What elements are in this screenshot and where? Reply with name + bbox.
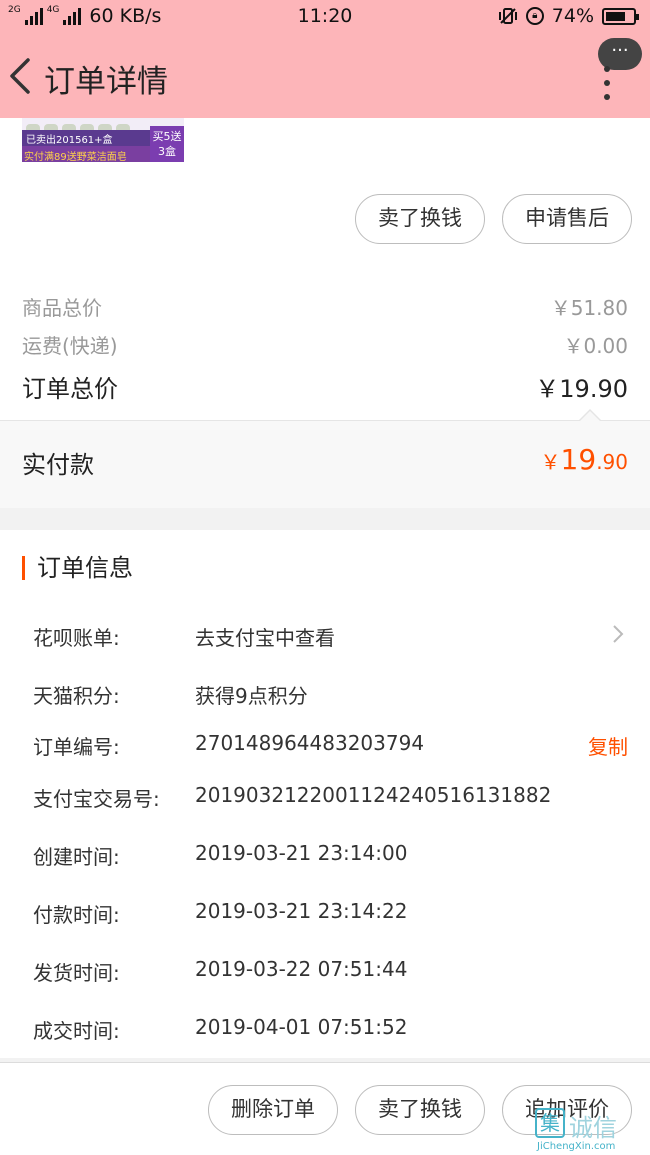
copy-order-number-button[interactable]: 复制 xyxy=(588,731,628,760)
product-promo-line: 实付满89送野菜洁面皂 xyxy=(24,152,127,162)
paid-currency: ￥ xyxy=(540,450,561,474)
info-value: 去支付宝中查看 xyxy=(195,626,335,650)
status-bar: 2G 4G 60 KB/s 11:20 🔒︎ 74% xyxy=(0,0,650,34)
info-label: 发货时间: xyxy=(33,961,120,985)
info-label: 付款时间: xyxy=(33,903,120,927)
order-total-value: ￥19.90 xyxy=(535,375,628,403)
info-label: 订单编号: xyxy=(33,735,120,759)
delete-order-button[interactable]: 删除订单 xyxy=(208,1085,338,1135)
info-label: 成交时间: xyxy=(33,1019,120,1043)
product-sold-count: 已卖出201561+盒 xyxy=(26,135,113,146)
status-right-icons: 🔒︎ 74% xyxy=(498,5,639,27)
shipping-row: 运费(快递) ￥0.00 xyxy=(22,330,628,359)
battery-percent: 74% xyxy=(551,5,594,27)
apply-after-sale-button[interactable]: 申请售后 xyxy=(502,194,632,244)
watermark-en: JiChengXin.com xyxy=(537,1141,616,1152)
goods-total-row: 商品总价 ￥51.80 xyxy=(22,292,628,321)
chevron-right-icon xyxy=(613,625,624,643)
paid-amount: ￥19.90 xyxy=(541,443,628,476)
watermark-logo: 集 诚信 JiChengXin.com xyxy=(535,1108,650,1155)
order-total-label: 订单总价 xyxy=(22,375,118,403)
order-number-value: 270148964483203794 xyxy=(195,731,425,755)
info-label: 创建时间: xyxy=(33,845,120,869)
info-label: 花呗账单: xyxy=(33,626,120,650)
info-label: 天猫积分: xyxy=(33,684,120,708)
back-arrow-icon[interactable] xyxy=(8,56,32,96)
goods-total-value: ￥51.80 xyxy=(550,296,628,320)
sell-for-cash-button-bottom[interactable]: 卖了换钱 xyxy=(355,1085,485,1135)
info-label: 支付宝交易号: xyxy=(33,787,160,811)
info-value: 2019-03-22 07:51:44 xyxy=(195,957,408,981)
order-info-section: 订单信息 花呗账单: 去支付宝中查看 天猫积分: 获得9点积分 订单编号: 27… xyxy=(0,530,650,1058)
order-total-row: 订单总价 ￥19.90 xyxy=(22,369,628,404)
watermark-cn: 诚信 xyxy=(569,1114,617,1142)
product-thumbnail[interactable]: 已卖出201561+盒 实付满89送野菜洁面皂 买5送3盒 xyxy=(22,118,184,162)
product-image-strip xyxy=(26,119,146,134)
order-info-title: 订单信息 xyxy=(22,556,133,580)
goods-total-label: 商品总价 xyxy=(22,296,102,320)
shipping-value: ￥0.00 xyxy=(563,334,628,358)
page-title: 订单详情 xyxy=(44,64,168,100)
shipping-label: 运费(快递) xyxy=(22,334,118,358)
rotation-lock-icon: 🔒︎ xyxy=(525,7,544,25)
paid-decimal: .90 xyxy=(596,450,628,474)
info-value: 2019-03-21 23:14:00 xyxy=(195,841,408,865)
battery-icon xyxy=(602,7,639,25)
watermark-icon: 集 xyxy=(535,1108,565,1138)
vibrate-icon xyxy=(498,8,517,24)
info-value: 2019032122001124240516131882 xyxy=(195,783,552,807)
sell-for-cash-button[interactable]: 卖了换钱 xyxy=(355,194,485,244)
paid-integer: 19 xyxy=(560,443,597,476)
info-value: 2019-04-01 07:51:52 xyxy=(195,1015,408,1039)
info-value: 2019-03-21 23:14:22 xyxy=(195,899,408,923)
paid-amount-row: 实付款 ￥19.90 xyxy=(0,409,650,508)
header-bar: 2G 4G 60 KB/s 11:20 🔒︎ 74% 订单详情 ··· xyxy=(0,0,650,118)
product-promo-badge: 买5送3盒 xyxy=(150,126,184,162)
info-value: 获得9点积分 xyxy=(195,684,308,708)
kebab-menu-icon[interactable] xyxy=(604,66,610,108)
paid-label: 实付款 xyxy=(22,451,94,479)
